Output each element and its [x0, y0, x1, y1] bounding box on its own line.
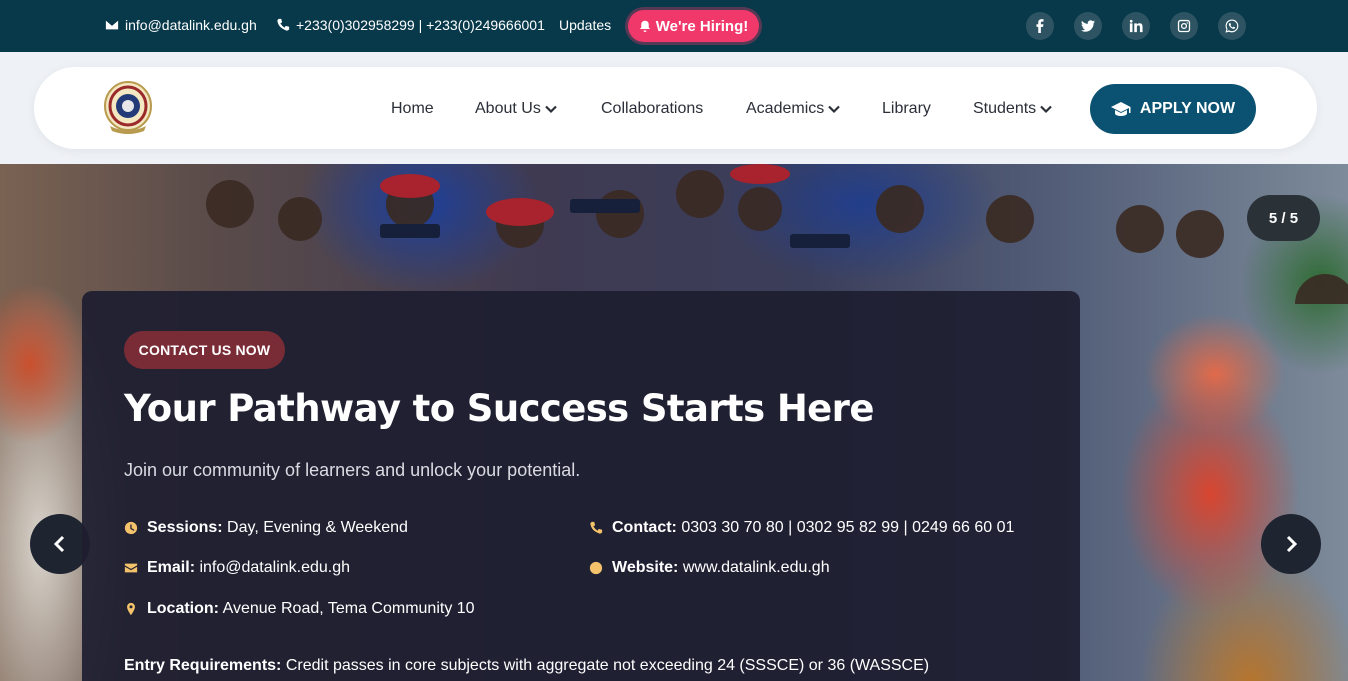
- nav-home-label: Home: [391, 100, 434, 117]
- globe-icon: [589, 561, 603, 575]
- facebook-icon: [1036, 19, 1044, 33]
- instagram-link[interactable]: [1170, 12, 1198, 40]
- slide-counter: 5 / 5: [1247, 195, 1320, 241]
- location-label: Location:: [147, 600, 219, 617]
- sessions-label: Sessions:: [147, 519, 223, 536]
- graduates-photo: [206, 164, 1348, 304]
- top-bar: info@datalink.edu.gh +233(0)302958299 | …: [0, 0, 1348, 52]
- nav-about-us-label: About Us: [475, 100, 541, 117]
- bell-icon: [639, 20, 651, 32]
- topbar-email-text: info@datalink.edu.gh: [125, 17, 257, 33]
- nav-academics[interactable]: Academics: [746, 100, 841, 118]
- website-value[interactable]: www.datalink.edu.gh: [683, 559, 830, 576]
- contact-us-button[interactable]: CONTACT US NOW: [124, 331, 285, 369]
- sessions-value: Day, Evening & Weekend: [227, 519, 408, 536]
- nav-library-label: Library: [882, 100, 931, 117]
- topbar-updates-link[interactable]: Updates: [559, 17, 611, 33]
- topbar-phone[interactable]: +233(0)302958299 | +233(0)249666001: [276, 17, 545, 33]
- contact-us-label: CONTACT US NOW: [138, 342, 271, 358]
- graduation-cap-icon: [1110, 102, 1131, 116]
- twitter-icon: [1081, 20, 1095, 32]
- nav-collaborations-label: Collaborations: [601, 100, 704, 117]
- contact-value[interactable]: 0303 30 70 80 | 0302 95 82 99 | 0249 66 …: [681, 519, 1014, 536]
- linkedin-icon: [1129, 19, 1143, 33]
- topbar-email[interactable]: info@datalink.edu.gh: [105, 17, 257, 33]
- linkedin-link[interactable]: [1122, 12, 1150, 40]
- location-info: Location: Avenue Road, Tema Community 10: [124, 600, 475, 618]
- apply-now-label: APPLY NOW: [1139, 100, 1236, 117]
- university-seal-icon: [104, 81, 152, 134]
- nav-library[interactable]: Library: [882, 100, 931, 118]
- hero-subtitle: Join our community of learners and unloc…: [124, 460, 581, 480]
- nav-students[interactable]: Students: [973, 100, 1052, 118]
- apply-now-button[interactable]: APPLY NOW: [1090, 84, 1256, 134]
- map-pin-icon: [127, 602, 135, 616]
- chevron-down-icon: [828, 105, 841, 114]
- hero-slider: 5 / 5 CONTACT US NOW Your Pathway to Suc…: [0, 164, 1348, 681]
- entry-requirements: Entry Requirements: Credit passes in cor…: [124, 657, 929, 675]
- slide-counter-text: 5 / 5: [1268, 209, 1299, 227]
- nav-collaborations[interactable]: Collaborations: [601, 100, 703, 118]
- topbar-phone-text: +233(0)302958299 | +233(0)249666001: [296, 17, 545, 33]
- website-info: Website: www.datalink.edu.gh: [589, 559, 830, 577]
- whatsapp-link[interactable]: [1218, 12, 1246, 40]
- nav-home[interactable]: Home: [391, 100, 434, 118]
- nav-about-us[interactable]: About Us: [475, 100, 557, 118]
- university-logo[interactable]: [102, 79, 154, 135]
- contact-info: Contact: 0303 30 70 80 | 0302 95 82 99 |…: [589, 519, 1014, 537]
- hero-headline: Your Pathway to Success Starts Here: [124, 387, 874, 430]
- instagram-icon: [1177, 19, 1191, 33]
- phone-icon: [277, 18, 290, 31]
- hero-info-card: CONTACT US NOW Your Pathway to Success S…: [82, 291, 1080, 681]
- hiring-button[interactable]: We're Hiring!: [628, 10, 759, 42]
- nav-students-label: Students: [973, 100, 1037, 117]
- chevron-down-icon: [1040, 105, 1052, 114]
- clock-icon: [124, 521, 138, 535]
- contact-label: Contact:: [612, 519, 677, 536]
- hiring-label: We're Hiring!: [655, 17, 749, 35]
- chevron-down-icon: [545, 105, 557, 114]
- nav-academics-label: Academics: [746, 100, 825, 117]
- twitter-link[interactable]: [1074, 12, 1102, 40]
- main-nav: Home About Us Collaborations Academics L…: [34, 67, 1317, 149]
- chevron-left-icon: [53, 535, 65, 553]
- envelope-icon: [124, 563, 138, 573]
- email-value[interactable]: info@datalink.edu.gh: [199, 559, 350, 576]
- topbar-updates-text: Updates: [559, 17, 612, 33]
- chevron-right-icon: [1286, 535, 1298, 553]
- phone-icon: [590, 521, 603, 534]
- entry-value: Credit passes in core subjects with aggr…: [285, 657, 930, 674]
- website-label: Website:: [612, 559, 679, 576]
- next-slide-button[interactable]: [1261, 514, 1321, 574]
- location-value: Avenue Road, Tema Community 10: [222, 600, 475, 617]
- whatsapp-icon: [1225, 19, 1239, 33]
- facebook-link[interactable]: [1026, 12, 1054, 40]
- entry-label: Entry Requirements:: [124, 657, 282, 674]
- email-label: Email:: [147, 559, 196, 576]
- email-info: Email: info@datalink.edu.gh: [124, 559, 350, 577]
- envelope-icon: [105, 20, 119, 30]
- sessions-info: Sessions: Day, Evening & Weekend: [124, 519, 408, 537]
- prev-slide-button[interactable]: [30, 514, 90, 574]
